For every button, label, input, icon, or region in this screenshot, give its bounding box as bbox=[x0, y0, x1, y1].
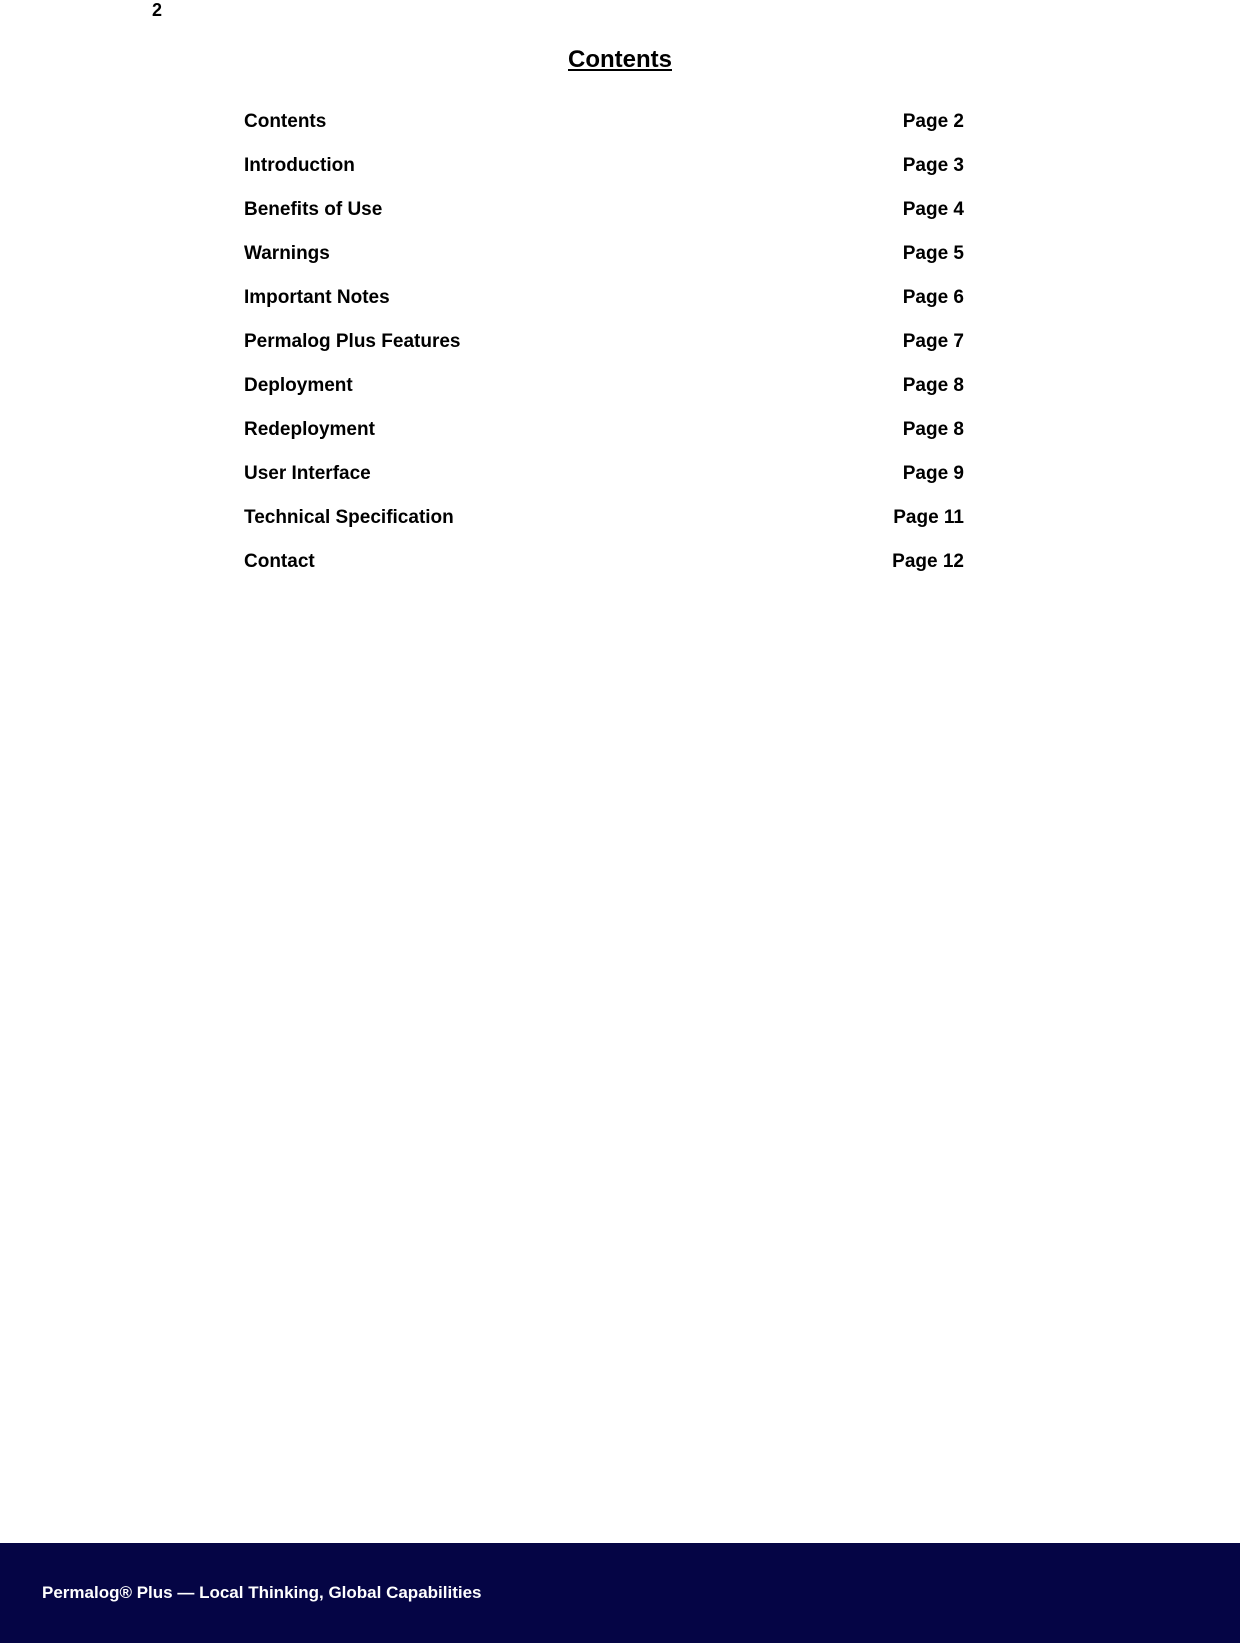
page-number: 2 bbox=[152, 0, 162, 21]
toc-page: Page 7 bbox=[903, 331, 964, 353]
toc-page: Page 8 bbox=[903, 375, 964, 397]
footer-text: Permalog® Plus — Local Thinking, Global … bbox=[42, 1583, 482, 1603]
toc-page: Page 11 bbox=[893, 507, 964, 529]
toc-row: Benefits of Use Page 4 bbox=[244, 188, 964, 232]
toc-row: Deployment Page 8 bbox=[244, 364, 964, 408]
toc-row: Important Notes Page 6 bbox=[244, 276, 964, 320]
toc-row: Permalog Plus Features Page 7 bbox=[244, 320, 964, 364]
toc-label: Warnings bbox=[244, 243, 330, 265]
toc-label: Introduction bbox=[244, 155, 355, 177]
toc-label: Contact bbox=[244, 551, 315, 573]
toc-label: Technical Specification bbox=[244, 507, 454, 529]
toc-row: Technical Specification Page 11 bbox=[244, 496, 964, 540]
toc-page: Page 12 bbox=[892, 551, 964, 573]
toc-row: Introduction Page 3 bbox=[244, 144, 964, 188]
contents-title: Contents bbox=[0, 46, 1240, 74]
toc-page: Page 4 bbox=[903, 199, 964, 221]
toc-page: Page 3 bbox=[903, 155, 964, 177]
toc-page: Page 5 bbox=[903, 243, 964, 265]
toc-label: Benefits of Use bbox=[244, 199, 382, 221]
toc-row: User Interface Page 9 bbox=[244, 452, 964, 496]
toc-row: Warnings Page 5 bbox=[244, 232, 964, 276]
toc-label: Permalog Plus Features bbox=[244, 331, 460, 353]
toc-label: User Interface bbox=[244, 463, 371, 485]
toc-label: Important Notes bbox=[244, 287, 390, 309]
toc-page: Page 9 bbox=[903, 463, 964, 485]
footer-bar: Permalog® Plus — Local Thinking, Global … bbox=[0, 1543, 1240, 1643]
toc-row: Contents Page 2 bbox=[244, 100, 964, 144]
table-of-contents: Contents Page 2 Introduction Page 3 Bene… bbox=[244, 100, 964, 584]
toc-row: Redeployment Page 8 bbox=[244, 408, 964, 452]
toc-label: Contents bbox=[244, 111, 326, 133]
toc-label: Deployment bbox=[244, 375, 353, 397]
toc-page: Page 8 bbox=[903, 419, 964, 441]
toc-row: Contact Page 12 bbox=[244, 540, 964, 584]
toc-page: Page 2 bbox=[903, 111, 964, 133]
toc-label: Redeployment bbox=[244, 419, 375, 441]
toc-page: Page 6 bbox=[903, 287, 964, 309]
